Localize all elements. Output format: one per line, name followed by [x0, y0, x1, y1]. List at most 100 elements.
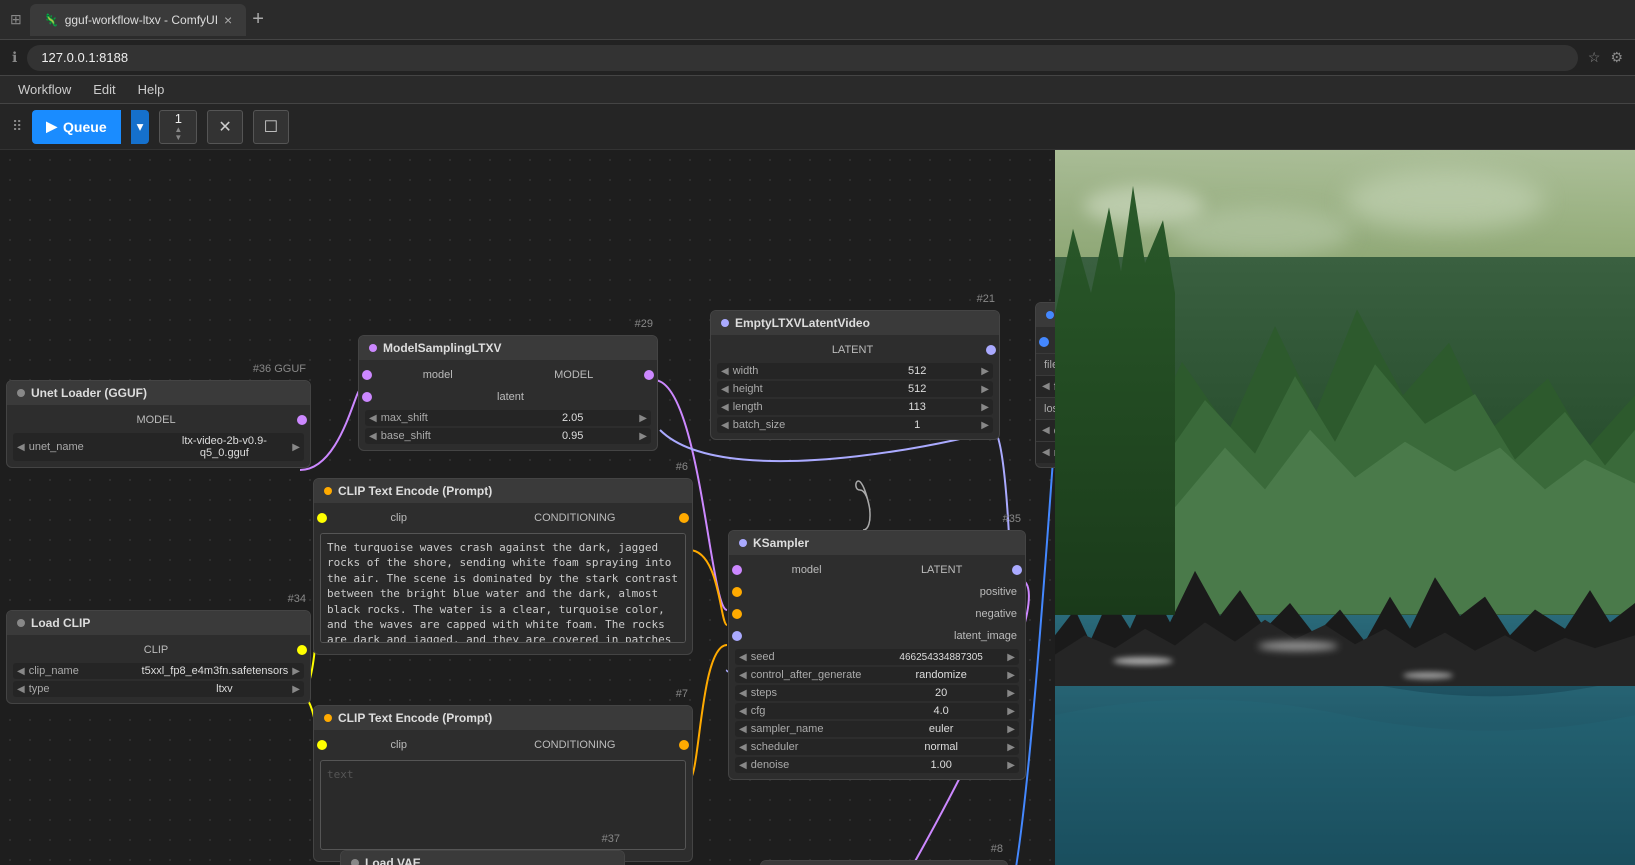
ks-denoise-left[interactable]: ◀	[739, 760, 747, 771]
ms-latent-row: latent	[359, 386, 657, 408]
menu-workflow[interactable]: Workflow	[8, 78, 81, 101]
ks-negative-label: negative	[975, 608, 1017, 620]
ks-control-left[interactable]: ◀	[739, 670, 747, 681]
el-length-field: ◀ length 113 ▶	[717, 399, 993, 415]
ks-control-right[interactable]: ▶	[1007, 670, 1015, 681]
empty-latent-body: LATENT ◀ width 512 ▶ ◀ height 512 ▶ ◀ le…	[711, 335, 999, 439]
unet-dot	[17, 389, 25, 397]
menu-help[interactable]: Help	[128, 78, 175, 101]
ks-cfg-field: ◀ cfg 4.0 ▶	[735, 703, 1019, 719]
el-batch-left[interactable]: ◀	[721, 420, 729, 431]
ks-seed-left[interactable]: ◀	[739, 652, 747, 663]
ks-seed-right[interactable]: ▶	[1007, 652, 1015, 663]
el-height-left[interactable]: ◀	[721, 384, 729, 395]
ks-scheduler-right[interactable]: ▶	[1007, 742, 1015, 753]
ks-denoise-right[interactable]: ▶	[1007, 760, 1015, 771]
el-batch-field: ◀ batch_size 1 ▶	[717, 417, 993, 433]
queue-button[interactable]: ▶ Queue	[32, 110, 120, 144]
model-sampling-body: model MODEL latent ◀ max_shift 2.05 ▶ ◀ …	[359, 360, 657, 450]
clip-name-left[interactable]: ◀	[17, 666, 25, 677]
ks-cfg-left[interactable]: ◀	[739, 706, 747, 717]
ms-max-shift-left[interactable]: ◀	[369, 413, 377, 424]
clip-neg-dot	[324, 714, 332, 722]
queue-dropdown-button[interactable]: ▾	[131, 110, 150, 144]
clip-output-port[interactable]	[297, 645, 307, 655]
ms-latent-port[interactable]	[362, 392, 372, 402]
ks-latent-input-label: latent_image	[954, 630, 1017, 642]
el-length-left[interactable]: ◀	[721, 402, 729, 413]
clip-type-right[interactable]: ▶	[292, 684, 300, 695]
count-down-arrow[interactable]: ▼	[174, 134, 182, 142]
node-id-37: #37	[602, 833, 620, 845]
ksampler-header: KSampler	[729, 531, 1025, 555]
ks-negative-input[interactable]	[732, 609, 742, 619]
ks-steps-left[interactable]: ◀	[739, 688, 747, 699]
sw-fps-left[interactable]: ◀	[1042, 381, 1050, 392]
clip-neg-clip-input[interactable]	[317, 740, 327, 750]
el-width-right[interactable]: ▶	[981, 366, 989, 377]
clip-pos-clip-input[interactable]	[317, 513, 327, 523]
el-latent-output-port[interactable]	[986, 345, 996, 355]
ks-scheduler-label: scheduler	[751, 741, 875, 753]
stop-button[interactable]: ☐	[253, 110, 289, 144]
ms-max-shift-right[interactable]: ▶	[639, 413, 647, 424]
address-input[interactable]	[27, 45, 1578, 71]
ksampler-body: model LATENT positive negative latent_im…	[729, 555, 1025, 779]
empty-latent-title: EmptyLTXVLatentVideo	[735, 316, 870, 330]
ms-base-shift-left[interactable]: ◀	[369, 431, 377, 442]
ks-denoise-value: 1.00	[879, 759, 1003, 771]
menu-edit[interactable]: Edit	[83, 78, 125, 101]
ks-model-row: model LATENT	[729, 559, 1025, 581]
ks-latent-output[interactable]	[1012, 565, 1022, 575]
ms-model-output-port[interactable]	[644, 370, 654, 380]
ks-scheduler-left[interactable]: ◀	[739, 742, 747, 753]
unet-name-left-arrow[interactable]: ◀	[17, 442, 25, 453]
sw-method-left[interactable]: ◀	[1042, 447, 1050, 458]
sw-images-input[interactable]	[1039, 337, 1049, 347]
model-sampling-node: #29 ModelSamplingLTXV model MODEL latent…	[358, 335, 658, 451]
ks-sampler-right[interactable]: ▶	[1007, 724, 1015, 735]
vae-decode-header: VAE Decode	[761, 861, 1007, 865]
clip-name-field: ◀ clip_name t5xxl_fp8_e4m3fn.safetensors…	[13, 663, 304, 679]
clip-pos-text-input[interactable]: The turquoise waves crash against the da…	[320, 533, 686, 643]
el-width-label: width	[733, 365, 853, 377]
clip-neg-cond-output[interactable]	[679, 740, 689, 750]
load-clip-body: CLIP ◀ clip_name t5xxl_fp8_e4m3fn.safete…	[7, 635, 310, 703]
queue-count-steppers[interactable]: ▲ ▼	[174, 126, 182, 142]
unet-name-right-arrow[interactable]: ▶	[292, 442, 300, 453]
clip-neg-text-input[interactable]: text	[320, 760, 686, 850]
ms-base-shift-right[interactable]: ▶	[639, 431, 647, 442]
ks-latent-input-row: latent_image	[729, 625, 1025, 647]
new-tab-button[interactable]: +	[252, 8, 264, 31]
ms-model-input-port[interactable]	[362, 370, 372, 380]
ks-sampler-left[interactable]: ◀	[739, 724, 747, 735]
cancel-button[interactable]: ✕	[207, 110, 242, 144]
clip-name-right[interactable]: ▶	[292, 666, 300, 677]
el-length-value: 113	[857, 401, 977, 413]
unet-name-field: ◀ unet_name ltx-video-2b-v0.9-q5_0.gguf …	[13, 433, 304, 461]
model-output-port[interactable]	[297, 415, 307, 425]
ks-model-input[interactable]	[732, 565, 742, 575]
canvas-area[interactable]: #36 GGUF Unet Loader (GGUF) MODEL ◀ unet…	[0, 150, 1635, 865]
active-tab[interactable]: 🦎 gguf-workflow-ltxv - ComfyUI ×	[30, 4, 247, 36]
ms-max-shift-label: max_shift	[381, 412, 506, 424]
clip-pos-io-row: clip CONDITIONING	[314, 507, 692, 529]
tab-close-button[interactable]: ×	[224, 13, 232, 27]
sw-quality-left[interactable]: ◀	[1042, 425, 1050, 436]
ks-cfg-value: 4.0	[879, 705, 1003, 717]
ks-latent-input[interactable]	[732, 631, 742, 641]
clip-type-left[interactable]: ◀	[17, 684, 25, 695]
ks-cfg-label: cfg	[751, 705, 875, 717]
el-height-right[interactable]: ▶	[981, 384, 989, 395]
el-batch-right[interactable]: ▶	[981, 420, 989, 431]
ks-sampler-value: euler	[879, 723, 1003, 735]
el-width-left[interactable]: ◀	[721, 366, 729, 377]
ks-control-label: control_after_generate	[751, 669, 875, 681]
clip-encode-neg-node: #7 CLIP Text Encode (Prompt) clip CONDIT…	[313, 705, 693, 862]
ks-cfg-right[interactable]: ▶	[1007, 706, 1015, 717]
ks-steps-right[interactable]: ▶	[1007, 688, 1015, 699]
el-length-right[interactable]: ▶	[981, 402, 989, 413]
clip-pos-cond-output[interactable]	[679, 513, 689, 523]
unet-loader-node: #36 GGUF Unet Loader (GGUF) MODEL ◀ unet…	[6, 380, 311, 468]
ks-positive-input[interactable]	[732, 587, 742, 597]
